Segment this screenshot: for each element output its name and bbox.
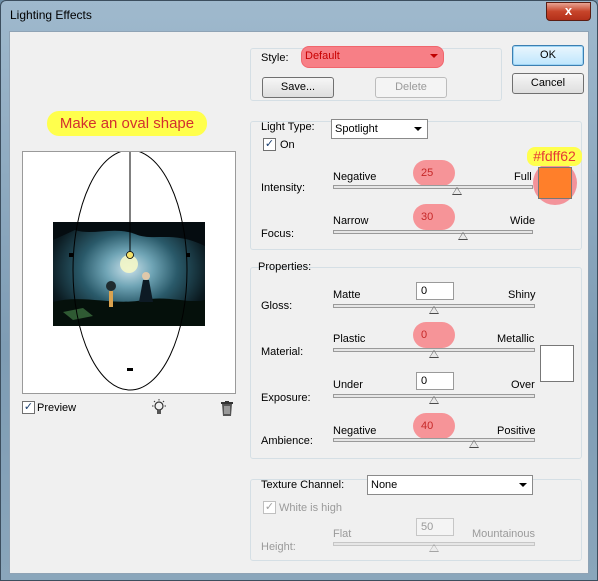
right-handle xyxy=(186,253,190,257)
focus-min-label: Narrow xyxy=(333,215,369,227)
material-max-label: Metallic xyxy=(497,333,535,345)
exposure-label: Exposure: xyxy=(261,392,311,404)
left-handle xyxy=(69,253,73,257)
window-title: Lighting Effects xyxy=(10,8,92,22)
ambient-color-swatch[interactable] xyxy=(540,345,574,382)
exposure-input[interactable]: 0 xyxy=(416,372,454,390)
ambience-slider-thumb[interactable] xyxy=(469,440,480,448)
style-select[interactable]: Default xyxy=(301,46,444,68)
material-input[interactable]: 0 xyxy=(413,322,455,348)
delete-button[interactable]: Delete xyxy=(375,77,447,98)
oval-shape-annotation: Make an oval shape xyxy=(47,111,207,136)
chevron-down-icon xyxy=(519,483,527,487)
ambience-min-label: Negative xyxy=(333,425,377,437)
chevron-down-icon xyxy=(414,127,422,131)
light-type-select-value: Spotlight xyxy=(335,123,378,135)
height-max-label: Mountainous xyxy=(472,528,535,540)
ok-button[interactable]: OK xyxy=(512,45,584,66)
dialog-body: Style: Default Save... Delete OK Cancel … xyxy=(9,31,589,574)
style-select-value: Default xyxy=(305,50,340,62)
on-label: On xyxy=(280,139,295,151)
focus-max-label: Wide xyxy=(510,215,536,227)
material-label: Material: xyxy=(261,346,304,358)
intensity-input[interactable]: 25 xyxy=(413,160,455,186)
gloss-input[interactable]: 0 xyxy=(416,282,454,300)
ambience-max-label: Positive xyxy=(497,425,536,437)
focus-input[interactable]: 30 xyxy=(413,204,455,230)
save-button[interactable]: Save... xyxy=(262,77,334,98)
on-checkbox[interactable]: ✓ xyxy=(263,138,276,151)
height-label: Height: xyxy=(261,541,296,553)
white-is-high-checkbox[interactable]: ✓ xyxy=(263,501,276,514)
light-type-select[interactable]: Spotlight xyxy=(331,119,428,139)
light-type-label: Light Type: xyxy=(261,121,315,133)
exposure-max-label: Over xyxy=(511,379,535,391)
texture-channel-select[interactable]: None xyxy=(367,475,533,495)
light-color-swatch[interactable] xyxy=(538,167,572,199)
style-group: Style: Default Save... Delete xyxy=(250,46,502,101)
focus-slider-thumb[interactable] xyxy=(458,232,468,240)
title-bar[interactable]: Lighting Effects x xyxy=(1,1,597,31)
exposure-min-label: Under xyxy=(333,379,363,391)
bottom-handle xyxy=(127,368,133,371)
color-hex-annotation: #fdff62 xyxy=(527,147,582,166)
height-slider-thumb[interactable] xyxy=(429,544,439,552)
height-min-label: Flat xyxy=(333,528,352,540)
preview-checkbox[interactable]: ✓ xyxy=(22,401,35,414)
style-label: Style: xyxy=(261,52,289,64)
texture-channel-label: Texture Channel: xyxy=(261,479,345,491)
preview-label: Preview xyxy=(37,402,77,414)
height-input[interactable]: 50 xyxy=(416,518,454,536)
properties-group: Properties: Gloss: Matte Shiny 0 Materia… xyxy=(250,261,582,459)
gloss-slider-thumb[interactable] xyxy=(429,306,439,314)
cancel-button[interactable]: Cancel xyxy=(512,73,584,94)
intensity-label: Intensity: xyxy=(261,182,306,194)
ambience-slider-track[interactable] xyxy=(333,438,535,442)
lighting-effects-dialog: Lighting Effects x Style: Default Save..… xyxy=(0,0,598,581)
focus-slider-track[interactable] xyxy=(333,230,533,234)
intensity-min-label: Negative xyxy=(333,171,377,183)
intensity-slider-track[interactable] xyxy=(333,185,533,189)
intensity-slider-thumb[interactable] xyxy=(452,187,462,195)
light-center-handle xyxy=(126,251,134,259)
ambience-input[interactable]: 40 xyxy=(413,413,455,439)
preview-canvas[interactable] xyxy=(22,151,236,394)
trash-icon[interactable] xyxy=(220,401,234,416)
gloss-max-label: Shiny xyxy=(508,289,536,301)
exposure-slider-thumb[interactable] xyxy=(429,396,439,404)
material-min-label: Plastic xyxy=(333,333,366,345)
chevron-down-icon xyxy=(430,54,438,58)
focus-label: Focus: xyxy=(261,228,295,240)
white-is-high-label: White is high xyxy=(279,502,342,514)
ambience-label: Ambience: xyxy=(261,435,313,447)
texture-group: Texture Channel: None ✓ White is high He… xyxy=(250,475,582,561)
texture-channel-value: None xyxy=(371,479,398,491)
close-button[interactable]: x xyxy=(546,2,591,21)
new-light-bulb-icon[interactable] xyxy=(151,399,167,417)
gloss-min-label: Matte xyxy=(333,289,361,301)
intensity-max-label: Full xyxy=(514,171,532,183)
gloss-label: Gloss: xyxy=(261,300,293,312)
light-oval-overlay[interactable] xyxy=(23,152,237,395)
properties-label: Properties: xyxy=(258,261,312,273)
material-slider-thumb[interactable] xyxy=(429,350,439,358)
